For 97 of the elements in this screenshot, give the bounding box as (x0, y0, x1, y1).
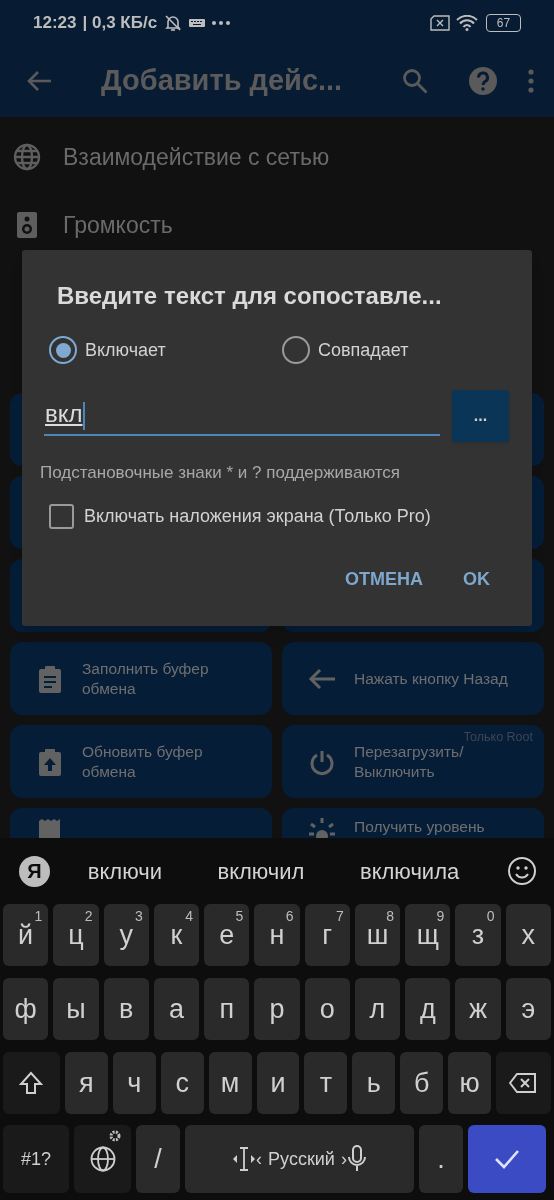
help-icon[interactable] (468, 66, 498, 96)
keyboard-key[interactable]: щ 9 (405, 904, 451, 966)
keyboard-key[interactable]: п (204, 978, 250, 1040)
more-button[interactable]: ... (452, 390, 509, 442)
overflow-menu-icon[interactable] (528, 69, 534, 93)
key-hint: 3 (135, 907, 143, 926)
key-hint: 7 (336, 907, 344, 926)
keyboard-key[interactable] (496, 1052, 551, 1114)
tile-label: Заполнить буфер обмена (82, 658, 210, 699)
radio-button[interactable] (49, 336, 77, 364)
keyboard-key[interactable]: э (505, 978, 551, 1040)
dialog-button[interactable]: OK (463, 565, 490, 593)
keyboard-key[interactable]: ю (448, 1052, 492, 1114)
keyboard-key[interactable]: ц 2 (53, 904, 99, 966)
check-icon (494, 1149, 520, 1169)
keyboard-key[interactable]: в (103, 978, 149, 1040)
key-hint: 9 (436, 907, 445, 926)
suggestion[interactable]: включила (359, 854, 460, 888)
globe-icon (89, 1146, 116, 1172)
clipboard-icon (36, 664, 64, 693)
keyboard-key[interactable]: ь (352, 1052, 396, 1114)
radio-option[interactable]: Включает (49, 336, 282, 364)
microphone-icon[interactable] (346, 1145, 367, 1173)
keyboard-key[interactable]: к 4 (153, 904, 200, 966)
keyboard-key[interactable] (74, 1125, 131, 1193)
clipboard-upload-icon (36, 747, 64, 776)
keyboard-key[interactable]: е 5 (204, 904, 250, 966)
yandex-logo[interactable]: Я (19, 855, 50, 887)
radio-button[interactable] (282, 336, 310, 364)
radio-option[interactable]: Совпадает (282, 336, 409, 364)
keyboard-key[interactable]: . (419, 1125, 463, 1193)
keyboard-key[interactable]: б (400, 1052, 444, 1114)
tile-label: Обновить буфер обмена (82, 741, 204, 782)
keyboard-key[interactable]: #1? (3, 1125, 69, 1193)
text-cursor (82, 402, 85, 430)
muted-bell-icon (163, 12, 184, 33)
emoji-icon[interactable] (507, 856, 537, 886)
arrow-right-glyph: › (340, 1147, 347, 1171)
key-hint: 8 (386, 907, 395, 926)
keyboard-key[interactable]: н 6 (254, 904, 300, 966)
dialog-title: Введите текст для сопоставле... (57, 281, 443, 311)
keyboard-key[interactable]: / (136, 1125, 180, 1193)
wifi-icon (456, 14, 478, 31)
keyboard-key[interactable]: у 3 (103, 904, 149, 966)
key-hint: 6 (285, 907, 294, 926)
keyboard-key[interactable]: ф (3, 978, 49, 1040)
backspace-icon (509, 1073, 538, 1093)
keyboard-key[interactable]: г 7 (304, 904, 350, 966)
key-hint: 4 (185, 907, 194, 926)
keyboard-key[interactable]: ч (112, 1052, 156, 1114)
key-hint: 1 (34, 907, 43, 926)
status-time: 12:23 (33, 11, 77, 34)
keyboard-key[interactable]: м (208, 1052, 252, 1114)
more-dots-icon (211, 19, 232, 26)
keyboard-key[interactable]: з 0 (455, 904, 501, 966)
keyboard-key[interactable]: а (153, 978, 200, 1040)
globe-icon (13, 143, 41, 171)
keyboard-key[interactable]: л (354, 978, 401, 1040)
keyboard-key[interactable]: ш 8 (354, 904, 401, 966)
keyboard-key[interactable]: и (256, 1052, 300, 1114)
keyboard-key[interactable]: т (304, 1052, 348, 1114)
arrow-left-glyph: ‹ (256, 1147, 263, 1171)
keyboard-key[interactable]: д (405, 978, 451, 1040)
checkbox-option[interactable]: Включать наложения экрана (Только Pro) (49, 502, 510, 530)
keyboard-key[interactable]: р (254, 978, 300, 1040)
tile-label: Получить уровень (354, 817, 485, 837)
search-icon[interactable] (402, 68, 428, 94)
key-hint: 5 (235, 907, 244, 926)
tile-label: Нажать кнопку Назад (354, 668, 508, 689)
keyboard-icon (189, 17, 206, 28)
keyboard-key[interactable]: я (64, 1052, 108, 1114)
keyboard-key[interactable]: о (304, 978, 350, 1040)
checkbox[interactable] (49, 503, 74, 529)
keyboard-key[interactable]: ы (53, 978, 99, 1040)
battery-indicator: 67 (486, 13, 521, 32)
keyboard-key[interactable]: ж (455, 978, 501, 1040)
app-bar-title: Добавить дейс... (101, 63, 343, 99)
key-hint: 2 (84, 907, 93, 926)
dialog-button[interactable]: ОТМЕНА (345, 565, 423, 593)
suggestion[interactable]: включи (87, 854, 162, 888)
keyboard-key[interactable] (3, 1052, 60, 1114)
sun-icon (308, 817, 336, 838)
tile-label: Перезагрузить/ Выключить (354, 741, 465, 782)
language-label: Русский (268, 1147, 335, 1171)
shift-icon (19, 1071, 44, 1095)
keyboard-key[interactable]: х (505, 904, 551, 966)
hint-text: Подстановочные знаки * и ? поддерживаются (40, 462, 402, 484)
network-speed: | 0,3 КБ/с (82, 11, 158, 34)
suggestion[interactable]: включил (217, 854, 305, 888)
text-input[interactable]: вкл (44, 392, 440, 436)
back-arrow-icon[interactable] (26, 70, 52, 92)
keyboard-key[interactable]: й 1 (3, 904, 49, 966)
key-hint: 0 (486, 907, 495, 926)
cursor-move-icon (232, 1146, 257, 1172)
keyboard-key[interactable]: с (160, 1052, 204, 1114)
no-sim-icon (430, 14, 450, 31)
keyboard-key[interactable]: ‹ Русский › (185, 1125, 414, 1193)
